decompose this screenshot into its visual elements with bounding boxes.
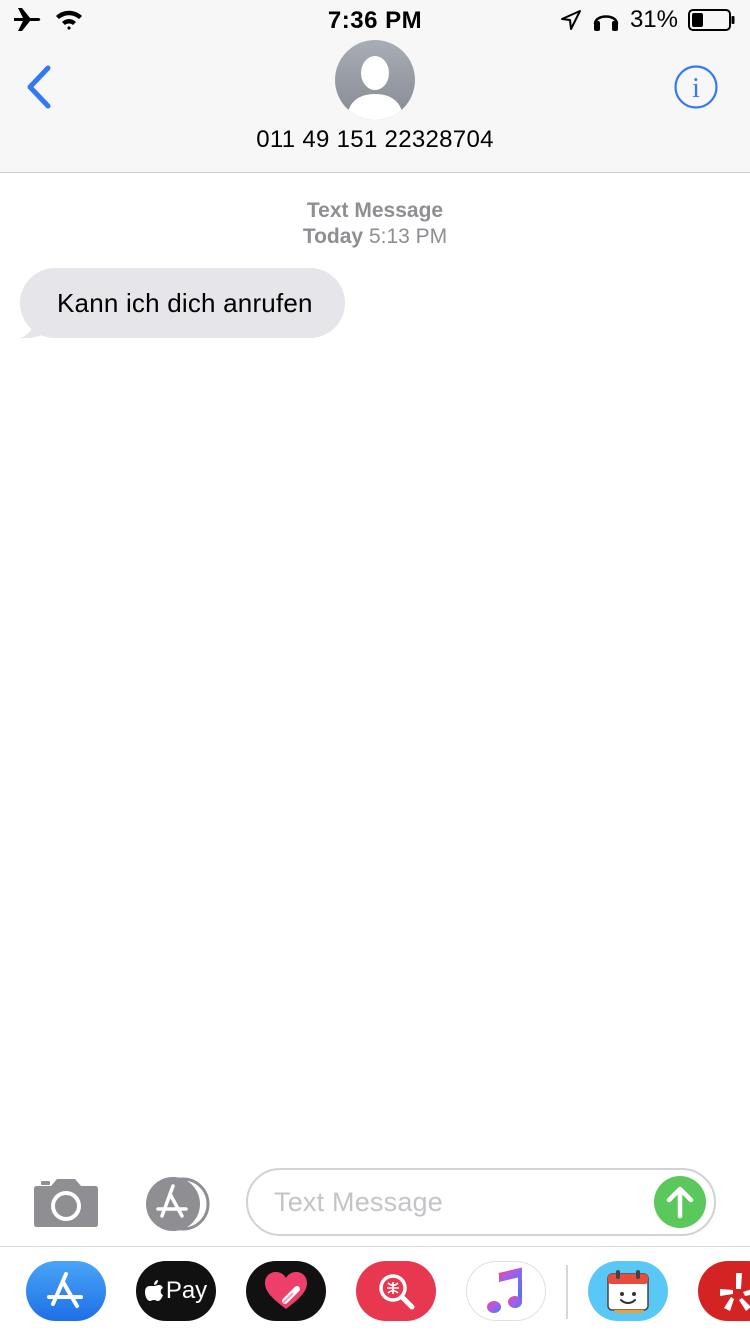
- battery-fill: [692, 13, 703, 27]
- apps-button[interactable]: [140, 1176, 212, 1232]
- app-drawer-item-yelp[interactable]: [698, 1261, 750, 1321]
- message-day: Today: [302, 225, 364, 248]
- app-drawer-item-digital-touch[interactable]: [246, 1261, 326, 1321]
- calendar-sticker-icon: [607, 1270, 649, 1313]
- status-bar: 7:36 PM 31%: [0, 0, 750, 40]
- info-button[interactable]: i: [673, 64, 719, 110]
- message-row: Kann ich dich anrufen: [20, 268, 345, 339]
- chevron-left-icon: [27, 65, 51, 109]
- message-input-placeholder: Text Message: [274, 1187, 443, 1217]
- camera-icon: [34, 1179, 98, 1227]
- incoming-message-bubble[interactable]: Kann ich dich anrufen: [20, 268, 345, 338]
- drawer-divider: [566, 1265, 568, 1319]
- svg-text:i: i: [692, 73, 700, 104]
- app-drawer: Pay: [0, 1246, 750, 1335]
- app-store-icon: [47, 1272, 83, 1308]
- camera-button[interactable]: [33, 1176, 99, 1228]
- send-button[interactable]: [654, 1176, 706, 1228]
- app-store-icon: [146, 1177, 210, 1231]
- music-note-icon: [487, 1267, 522, 1313]
- headphones-icon: [593, 15, 619, 31]
- app-drawer-item-stickers[interactable]: [588, 1261, 668, 1321]
- back-button[interactable]: [20, 62, 60, 112]
- battery-icon: [688, 9, 735, 31]
- app-drawer-item-images[interactable]: [356, 1261, 436, 1321]
- apple-pay-label: Pay: [165, 1277, 208, 1304]
- contact-name[interactable]: 011 49 151 22328704: [0, 126, 750, 154]
- service-label: Text Message: [306, 199, 444, 222]
- yelp-icon: [720, 1273, 750, 1311]
- app-drawer-item-app-store[interactable]: [26, 1261, 106, 1321]
- message-time: 5:13 PM: [368, 225, 448, 248]
- image-search-icon: [379, 1274, 415, 1310]
- send-arrow-icon: [666, 1186, 694, 1219]
- heart-icon: [265, 1272, 307, 1309]
- app-drawer-item-apple-pay[interactable]: Pay: [136, 1261, 216, 1321]
- location-arrow-icon: [560, 10, 581, 30]
- app-drawer-item-music[interactable]: [466, 1261, 546, 1321]
- apple-logo-icon: [144, 1280, 163, 1301]
- message-input[interactable]: Text Message: [246, 1168, 716, 1236]
- person-silhouette-icon: [347, 56, 403, 120]
- contact-avatar[interactable]: [335, 40, 415, 120]
- composer-bar: Text Message: [0, 1160, 750, 1246]
- battery-percent: 31%: [629, 6, 678, 33]
- info-icon: i: [674, 65, 718, 109]
- message-meta: Text Message Today 5:13 PM: [0, 198, 750, 250]
